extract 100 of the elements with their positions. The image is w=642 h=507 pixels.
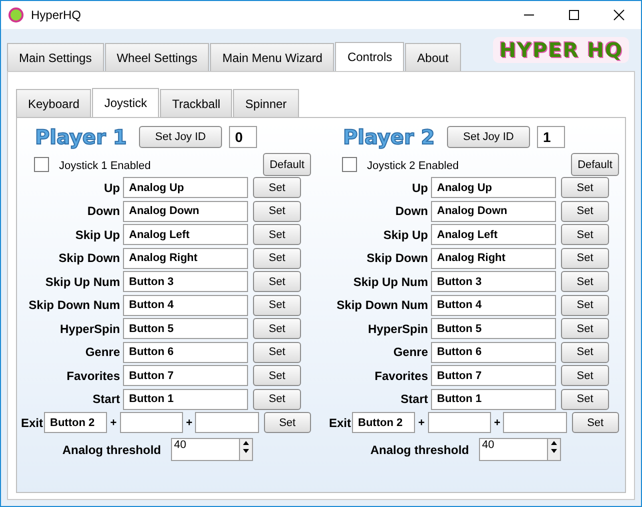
exit-field[interactable]: Button 2 <box>352 412 416 434</box>
window-title: HyperHQ <box>31 8 82 22</box>
mapping-field[interactable]: Button 7 <box>431 365 556 386</box>
default-button[interactable]: Default <box>571 153 619 176</box>
mapping-field[interactable]: Analog Down <box>123 200 248 222</box>
mapping-field[interactable]: Button 3 <box>123 271 248 292</box>
mapping-label: Favorites <box>374 368 428 383</box>
mapping-field[interactable]: Analog Down <box>431 200 556 222</box>
tab[interactable]: Controls <box>335 42 404 71</box>
threshold-spinner[interactable]: 40 <box>171 438 253 461</box>
mapping-field[interactable]: Button 6 <box>123 342 248 363</box>
mapping-label: Skip Up <box>382 228 428 242</box>
set-button[interactable]: Set <box>253 271 301 292</box>
set-button[interactable]: Set <box>253 318 301 340</box>
joy-id-field[interactable]: 1 <box>537 126 565 148</box>
set-joy-id-button[interactable]: Set Joy ID <box>447 126 530 148</box>
mapping-field[interactable]: Analog Left <box>431 224 556 246</box>
mapping-label: Favorites <box>66 368 120 383</box>
mapping-label: Skip Down Num <box>28 298 120 312</box>
set-button[interactable]: Set <box>253 224 301 246</box>
mapping-field[interactable]: Button 6 <box>431 342 556 363</box>
set-button[interactable]: Set <box>253 177 301 198</box>
tab[interactable]: Joystick <box>92 88 160 117</box>
player-title: Player 1 <box>35 125 128 149</box>
set-button[interactable]: Set <box>253 248 301 269</box>
exit-field[interactable]: Button 2 <box>44 412 108 434</box>
set-button[interactable]: Set <box>561 342 609 363</box>
set-button[interactable]: Set <box>253 365 301 386</box>
default-button[interactable]: Default <box>263 153 311 176</box>
checkbox-label: Joystick 1 Enabled <box>59 160 151 172</box>
set-button[interactable]: Set <box>561 294 609 316</box>
set-button[interactable]: Set <box>561 200 609 222</box>
tab[interactable]: Main Menu Wizard <box>210 43 334 71</box>
joy-id-field[interactable]: 0 <box>229 126 257 148</box>
set-button[interactable]: Set <box>253 342 301 363</box>
mapping-field[interactable]: Button 4 <box>123 294 248 316</box>
exit-field[interactable] <box>195 412 259 434</box>
mapping-field[interactable]: Button 5 <box>123 318 248 340</box>
set-button[interactable]: Set <box>561 318 609 340</box>
exit-label: Exit <box>21 416 41 430</box>
app-icon <box>8 7 24 23</box>
tab[interactable]: Trackball <box>160 89 232 117</box>
set-button[interactable]: Set <box>561 177 609 198</box>
set-button[interactable]: Set <box>561 271 609 292</box>
mapping-field[interactable]: Button 4 <box>431 294 556 316</box>
mapping-label: Down <box>394 204 428 218</box>
mapping-label: Genre <box>392 345 428 360</box>
checkbox[interactable] <box>342 157 357 172</box>
set-button[interactable]: Set <box>561 224 609 246</box>
exit-label: Exit <box>329 416 349 430</box>
mapping-label: Up <box>103 180 120 195</box>
logo: HYPER HQ <box>493 37 629 63</box>
mapping-label: Skip Down Num <box>336 298 428 312</box>
player-title: Player 2 <box>343 125 436 149</box>
maximize-icon[interactable] <box>568 9 580 21</box>
mapping-label: Skip Up <box>74 228 120 242</box>
set-button[interactable]: Set <box>253 200 301 222</box>
plus-sign: + <box>494 416 500 429</box>
mapping-label: Skip Down <box>58 251 120 266</box>
close-icon[interactable] <box>613 9 625 21</box>
set-button[interactable]: Set <box>561 388 609 410</box>
mapping-label: Up <box>411 180 428 195</box>
mapping-field[interactable]: Button 1 <box>123 388 248 410</box>
plus-sign: + <box>110 416 117 429</box>
mapping-label: Start <box>400 392 428 406</box>
set-button[interactable]: Set <box>264 412 312 434</box>
checkbox[interactable] <box>34 157 49 172</box>
mapping-field[interactable]: Analog Up <box>123 177 248 198</box>
set-button[interactable]: Set <box>253 294 301 316</box>
set-button[interactable]: Set <box>561 248 609 269</box>
mapping-label: HyperSpin <box>366 322 428 336</box>
mapping-field[interactable]: Button 3 <box>431 271 556 292</box>
mapping-field[interactable]: Analog Up <box>431 177 556 198</box>
mapping-field[interactable]: Button 1 <box>431 388 556 410</box>
set-button[interactable]: Set <box>561 365 609 386</box>
mapping-field[interactable]: Button 7 <box>123 365 248 386</box>
mapping-label: Skip Up Num <box>352 274 428 289</box>
exit-field[interactable] <box>428 412 491 434</box>
mapping-label: Start <box>92 392 120 406</box>
mapping-label: Skip Up Num <box>44 274 120 289</box>
set-button[interactable]: Set <box>253 388 301 410</box>
tab[interactable]: Keyboard <box>16 89 92 117</box>
tab[interactable]: Main Settings <box>7 43 104 71</box>
exit-field[interactable] <box>503 412 567 434</box>
set-joy-id-button[interactable]: Set Joy ID <box>139 126 222 148</box>
mapping-field[interactable]: Analog Right <box>123 248 248 269</box>
mapping-field[interactable]: Button 5 <box>431 318 556 340</box>
mapping-label: HyperSpin <box>58 322 120 336</box>
tab[interactable]: About <box>405 43 460 71</box>
threshold-label: Analog threshold <box>61 442 161 456</box>
mapping-field[interactable]: Analog Right <box>431 248 556 269</box>
mapping-field[interactable]: Analog Left <box>123 224 248 246</box>
exit-field[interactable] <box>120 412 183 434</box>
mapping-label: Skip Down <box>366 251 428 266</box>
tab[interactable]: Wheel Settings <box>104 43 210 71</box>
tab[interactable]: Spinner <box>233 89 299 117</box>
plus-sign: + <box>418 416 425 429</box>
threshold-spinner[interactable]: 40 <box>479 438 561 461</box>
mapping-label: Down <box>86 204 120 218</box>
set-button[interactable]: Set <box>572 412 620 434</box>
